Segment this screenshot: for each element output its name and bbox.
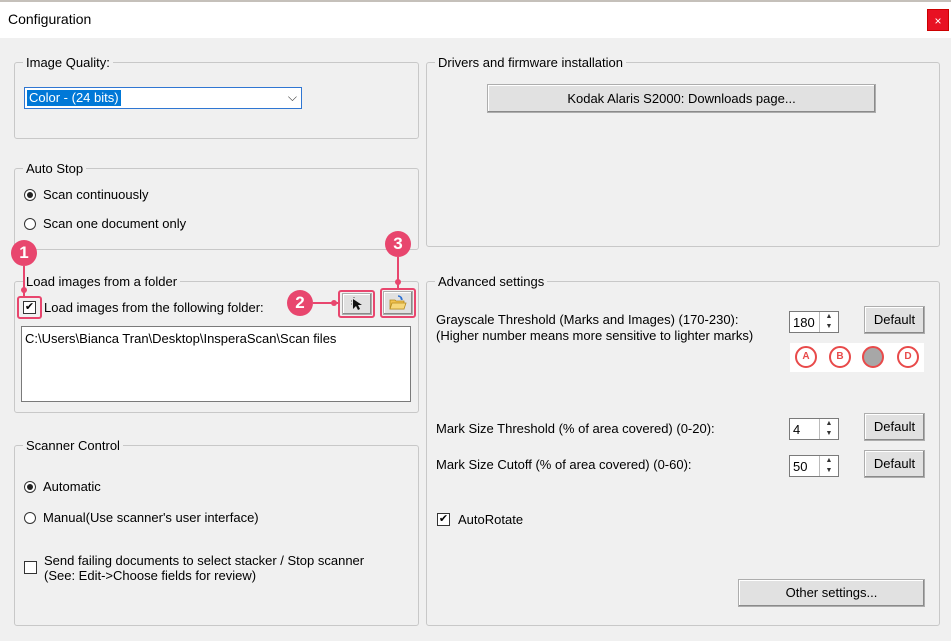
annotation-dot-2 <box>331 300 337 306</box>
grayscale-default-button[interactable]: Default <box>864 306 925 334</box>
grayscale-threshold-hint: (Higher number means more sensitive to l… <box>436 328 754 343</box>
load-folder-checkbox-label: Load images from the following folder: <box>44 300 264 315</box>
cursor-select-icon <box>351 297 362 310</box>
spin-down-icon: ▼ <box>825 430 833 437</box>
annotation-badge-1: 1 <box>11 240 37 266</box>
stepper-arrows[interactable]: ▲ ▼ <box>819 419 838 439</box>
folder-path-value: C:\Users\Bianca Tran\Desktop\InsperaScan… <box>25 331 337 346</box>
image-quality-value: Color - (24 bits) <box>27 90 121 106</box>
mark-size-default-button[interactable]: Default <box>864 413 925 441</box>
other-settings-button[interactable]: Other settings... <box>738 579 925 607</box>
title-bar: Configuration × <box>0 0 951 38</box>
select-area-button[interactable] <box>342 293 372 315</box>
title-top-band <box>0 0 951 2</box>
mark-size-cutoff-label: Mark Size Cutoff (% of area covered) (0-… <box>436 457 692 472</box>
scan-one-document-label: Scan one document only <box>43 216 187 231</box>
mark-size-threshold-stepper[interactable]: 4 ▲ ▼ <box>789 418 839 440</box>
scanner-control-group: Scanner Control <box>14 438 419 626</box>
auto-stop-legend: Auto Stop <box>26 161 84 176</box>
spin-up-icon: ▲ <box>825 313 833 320</box>
bubble-c-filled <box>862 346 884 368</box>
advanced-settings-legend: Advanced settings <box>438 274 545 289</box>
stepper-arrows[interactable]: ▲ ▼ <box>819 456 838 476</box>
folder-path-field[interactable]: C:\Users\Bianca Tran\Desktop\InsperaScan… <box>21 326 411 402</box>
stepper-arrows[interactable]: ▲ ▼ <box>819 312 838 332</box>
drivers-legend: Drivers and firmware installation <box>438 55 623 70</box>
scan-continuously-label: Scan continuously <box>43 187 149 202</box>
bubble-d: D <box>897 346 919 368</box>
spin-down-icon: ▼ <box>825 323 833 330</box>
open-folder-icon <box>389 295 407 310</box>
annotation-badge-2: 2 <box>287 290 313 316</box>
annotation-badge-3: 3 <box>385 231 411 257</box>
annotation-dot-1 <box>21 287 27 293</box>
auto-stop-group: Auto Stop <box>14 161 419 250</box>
automatic-radio[interactable] <box>24 481 36 493</box>
chevron-down-icon: ⌵ <box>287 90 297 104</box>
mark-size-cutoff-stepper[interactable]: 50 ▲ ▼ <box>789 455 839 477</box>
spin-up-icon: ▲ <box>825 457 833 464</box>
close-button[interactable]: × <box>927 9 949 31</box>
image-quality-legend: Image Quality: <box>26 55 110 70</box>
autorotate-checkbox[interactable]: ✔ <box>437 513 450 526</box>
manual-label: Manual(Use scanner's user interface) <box>43 510 259 525</box>
downloads-page-button[interactable]: Kodak Alaris S2000: Downloads page... <box>487 84 876 113</box>
send-failing-checkbox[interactable] <box>24 561 37 574</box>
scan-one-document-radio[interactable] <box>24 218 36 230</box>
grayscale-threshold-value: 180 <box>793 315 815 330</box>
spin-down-icon: ▼ <box>825 467 833 474</box>
mark-size-cutoff-value: 50 <box>793 459 808 474</box>
manual-radio[interactable] <box>24 512 36 524</box>
scan-continuously-radio[interactable] <box>24 189 36 201</box>
send-failing-label: Send failing documents to select stacker… <box>44 553 365 568</box>
bubble-preview: A B D <box>790 343 924 372</box>
grayscale-threshold-label: Grayscale Threshold (Marks and Images) (… <box>436 312 739 327</box>
scanner-control-legend: Scanner Control <box>26 438 120 453</box>
send-failing-hint: (See: Edit->Choose fields for review) <box>44 568 257 583</box>
bubble-a: A <box>795 346 817 368</box>
load-folder-checkbox[interactable]: ✔ <box>23 301 36 314</box>
mark-size-threshold-label: Mark Size Threshold (% of area covered) … <box>436 421 715 436</box>
mark-size-threshold-value: 4 <box>793 422 801 437</box>
window-title: Configuration <box>8 11 92 27</box>
grayscale-threshold-stepper[interactable]: 180 ▲ ▼ <box>789 311 839 333</box>
image-quality-select[interactable]: Color - (24 bits) ⌵ <box>24 87 302 109</box>
automatic-label: Automatic <box>43 479 101 494</box>
bubble-b: B <box>829 346 851 368</box>
load-folder-legend: Load images from a folder <box>26 274 178 289</box>
annotation-dot-3 <box>395 279 401 285</box>
browse-folder-button[interactable] <box>383 291 413 315</box>
spin-up-icon: ▲ <box>825 420 833 427</box>
mark-cutoff-default-button[interactable]: Default <box>864 450 925 478</box>
autorotate-label: AutoRotate <box>458 512 524 527</box>
